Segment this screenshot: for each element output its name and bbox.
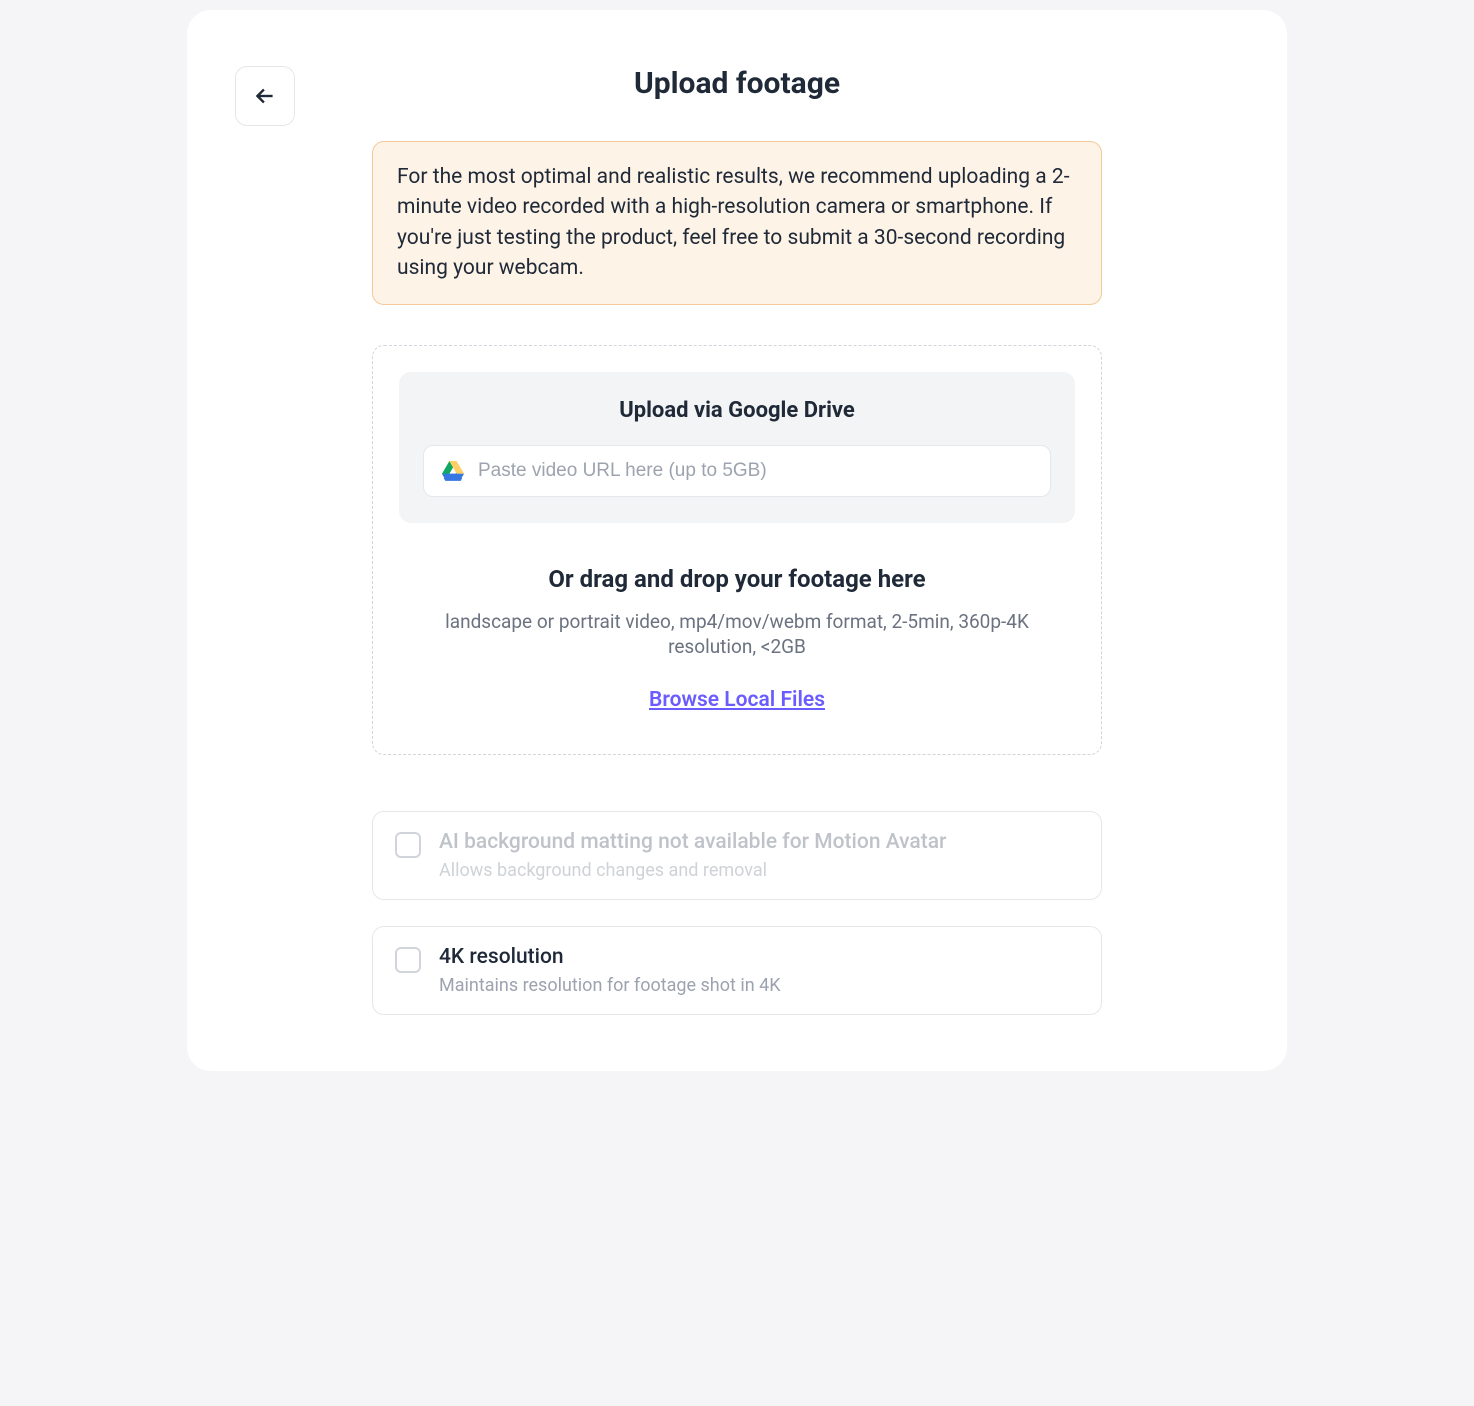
4k-resolution-texts: 4K resolution Maintains resolution for f… xyxy=(439,945,1079,996)
ai-matting-checkbox xyxy=(395,832,421,858)
google-drive-url-input[interactable] xyxy=(478,460,1032,482)
back-button[interactable] xyxy=(235,66,295,126)
ai-matting-texts: AI background matting not available for … xyxy=(439,830,1079,881)
browse-local-files-link[interactable]: Browse Local Files xyxy=(399,688,1075,712)
upload-footage-card: Upload footage For the most optimal and … xyxy=(187,10,1287,1071)
4k-resolution-checkbox[interactable] xyxy=(395,947,421,973)
drop-title: Or drag and drop your footage here xyxy=(399,565,1075,593)
page-title: Upload footage xyxy=(235,66,1239,101)
ai-matting-label: AI background matting not available for … xyxy=(439,830,1079,854)
google-drive-title: Upload via Google Drive xyxy=(423,398,1051,423)
4k-resolution-desc: Maintains resolution for footage shot in… xyxy=(439,975,1079,996)
google-drive-upload-box: Upload via Google Drive xyxy=(399,372,1075,523)
arrow-left-icon xyxy=(252,83,278,109)
url-input-container[interactable] xyxy=(423,445,1051,497)
google-drive-icon xyxy=(442,461,464,481)
info-banner: For the most optimal and realistic resul… xyxy=(372,141,1102,305)
drop-subtitle: landscape or portrait video, mp4/mov/web… xyxy=(399,609,1075,660)
4k-resolution-label: 4K resolution xyxy=(439,945,1079,969)
content-column: For the most optimal and realistic resul… xyxy=(372,141,1102,1015)
option-4k-resolution[interactable]: 4K resolution Maintains resolution for f… xyxy=(372,926,1102,1015)
upload-dropzone[interactable]: Upload via Google Drive xyxy=(372,345,1102,755)
ai-matting-desc: Allows background changes and removal xyxy=(439,860,1079,881)
option-ai-matting: AI background matting not available for … xyxy=(372,811,1102,900)
